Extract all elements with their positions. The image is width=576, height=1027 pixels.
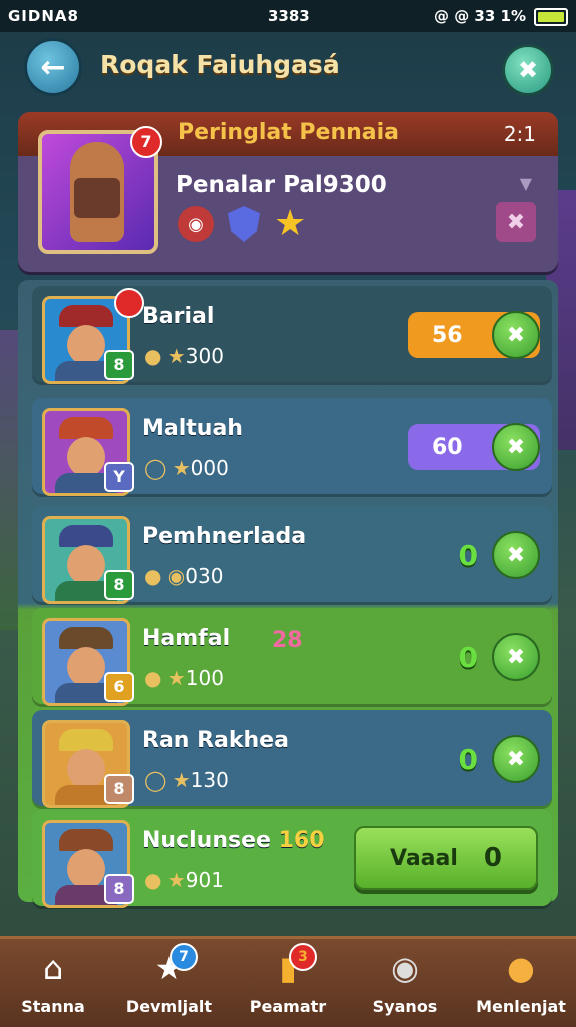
level-badge: 8 xyxy=(104,774,134,804)
star-icon: ◯ ★ xyxy=(144,768,191,792)
star-icon: ★ xyxy=(274,203,307,244)
notification-dot xyxy=(114,288,144,318)
list-item[interactable]: 8 Pemhnerlada ● ◉030 0 ✖ xyxy=(32,506,552,604)
player-list: 8 Barial ● ★300 56 ✖ Y Maltuah ◯ ★000 60… xyxy=(18,280,558,908)
list-item[interactable]: 8 Nuclunsee 160 ● ★901 Vaaal 0 xyxy=(32,810,552,908)
nav-badge: 7 xyxy=(170,943,198,971)
list-item[interactable]: 6 Hamfal 28 ● ★100 0 ✖ xyxy=(32,608,552,706)
star-icon: ◯ ★ xyxy=(144,456,191,480)
nav-label: Stanna xyxy=(21,997,85,1016)
close-icon[interactable]: ✖ xyxy=(492,633,540,681)
action-value: 0 xyxy=(458,640,478,674)
level-badge: 8 xyxy=(104,874,134,904)
status-bar: GIDNA8 3383 @ @ 33 1% xyxy=(0,0,576,32)
close-icon[interactable]: ✖ xyxy=(492,735,540,783)
action-value: 56 xyxy=(432,322,463,348)
back-button[interactable]: ← xyxy=(24,38,82,96)
player-stat: ● ◉030 xyxy=(144,564,224,588)
nav-badge: 3 xyxy=(289,943,317,971)
featured-card-icons: ◉ ★ xyxy=(178,206,306,242)
notification-badge: 7 xyxy=(130,126,162,158)
ghost-icon: ◉ xyxy=(391,949,419,987)
action-pill[interactable]: 0 ✖ xyxy=(458,531,540,579)
player-name: Nuclunsee 160 xyxy=(142,828,325,853)
action-pill[interactable]: 0 ✖ xyxy=(458,735,540,783)
close-icon[interactable]: ✖ xyxy=(492,311,540,359)
helmet-icon: ● xyxy=(507,949,535,987)
chevron-down-icon[interactable]: ▼ xyxy=(520,174,532,193)
status-time: 3383 xyxy=(268,7,310,25)
action-pill[interactable]: 60 ✖ xyxy=(408,423,540,471)
action-value: 0 xyxy=(458,538,478,572)
nav-label: Peamatr xyxy=(249,997,327,1016)
nav-label: Syanos xyxy=(372,997,438,1016)
confirm-button-label: Vaaal xyxy=(390,845,458,871)
close-button[interactable]: ✖ xyxy=(502,44,554,96)
battery-icon xyxy=(534,8,568,26)
dismiss-button[interactable]: ✖ xyxy=(496,202,536,242)
list-item[interactable]: Y Maltuah ◯ ★000 60 ✖ xyxy=(32,398,552,496)
level-badge: 8 xyxy=(104,570,134,600)
close-icon: ✖ xyxy=(517,56,539,84)
player-stat: ● ★901 xyxy=(144,868,224,892)
arrow-left-icon: ← xyxy=(40,49,66,85)
star-icon: ● ★ xyxy=(144,868,186,892)
star-icon: ★ 7 xyxy=(148,943,198,989)
status-carrier: GIDNA8 xyxy=(8,7,79,25)
player-stat: ● ★100 xyxy=(144,666,224,690)
nav-item-helmet[interactable]: ● Menlenjat xyxy=(466,945,576,1023)
level-badge: 8 xyxy=(104,350,134,380)
coin-icon: ● ◉ xyxy=(144,564,186,588)
featured-player-card[interactable]: Peringlat Pennaia 2:1 7 Penalar Pal9300 … xyxy=(18,112,558,272)
star-icon: ● ★ xyxy=(144,666,186,690)
player-name: Pemhnerlada xyxy=(142,524,307,549)
player-extra-value: 160 xyxy=(278,828,325,853)
nav-item-home[interactable]: ⌂ Stanna xyxy=(0,945,108,1023)
cards-icon: ▮ 3 xyxy=(267,943,317,989)
close-icon[interactable]: ✖ xyxy=(492,531,540,579)
confirm-button[interactable]: Vaaal 0 xyxy=(354,826,538,890)
player-name: Hamfal xyxy=(142,626,231,651)
monkey-icon: ◉ xyxy=(178,206,214,242)
action-pill[interactable]: 0 ✖ xyxy=(458,633,540,681)
nav-item-star[interactable]: ★ 7 Devmljalt xyxy=(114,943,224,1023)
player-stat: ◯ ★000 xyxy=(144,456,229,480)
nav-label: Menlenjat xyxy=(476,997,566,1016)
action-value: 60 xyxy=(432,434,463,460)
nav-item-cards[interactable]: ▮ 3 Peamatr xyxy=(233,943,343,1023)
featured-card-score: 2:1 xyxy=(503,122,536,146)
nav-label: Devmljalt xyxy=(125,997,213,1016)
list-item[interactable]: 8 Ran Rakhea ◯ ★130 0 ✖ xyxy=(32,710,552,808)
action-value: 0 xyxy=(458,742,478,776)
close-icon[interactable]: ✖ xyxy=(492,423,540,471)
player-name: Barial xyxy=(142,304,215,329)
nav-item-ghost[interactable]: ◉ Syanos xyxy=(350,945,460,1023)
shield-icon xyxy=(228,206,260,242)
coin-icon: ● ★ xyxy=(144,344,186,368)
player-stat: ◯ ★130 xyxy=(144,768,229,792)
close-icon: ✖ xyxy=(506,209,526,235)
player-stat: ● ★300 xyxy=(144,344,224,368)
level-badge: 6 xyxy=(104,672,134,702)
home-icon: ⌂ xyxy=(42,949,64,987)
confirm-button-value: 0 xyxy=(483,843,502,873)
player-name-text: Nuclunsee xyxy=(142,828,271,853)
player-extra-value: 28 xyxy=(272,628,303,653)
bottom-nav: ⌂ Stanna ★ 7 Devmljalt ▮ 3 Peamatr ◉ Syano… xyxy=(0,936,576,1027)
player-name: Maltuah xyxy=(142,416,243,441)
list-item[interactable]: 8 Barial ● ★300 56 ✖ xyxy=(32,286,552,384)
featured-card-title: Peringlat Pennaia xyxy=(178,120,400,145)
level-badge: Y xyxy=(104,462,134,492)
player-name: Ran Rakhea xyxy=(142,728,289,753)
featured-card-subtitle: Penalar Pal9300 xyxy=(176,172,387,198)
action-pill[interactable]: 56 ✖ xyxy=(408,311,540,359)
status-indicators: @ @ 33 1% xyxy=(433,7,526,25)
page-title: Roqak Faiuhgasá xyxy=(100,50,340,79)
